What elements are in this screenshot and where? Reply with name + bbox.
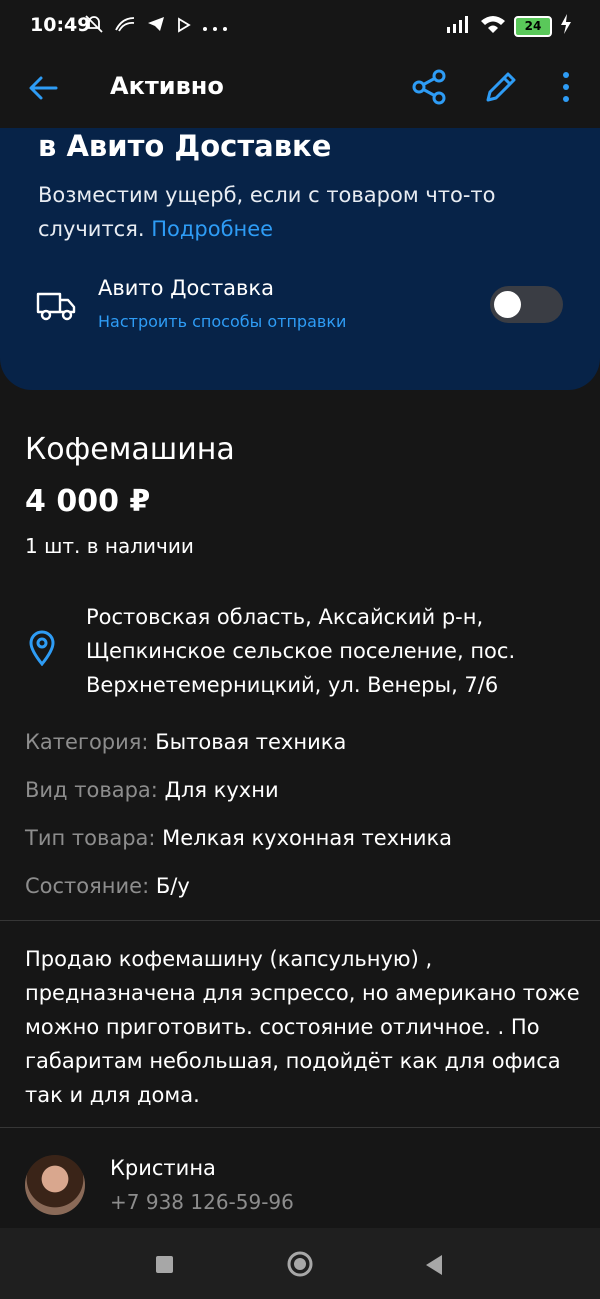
- delivery-toggle[interactable]: [490, 286, 563, 323]
- more-info-link[interactable]: Подробнее: [151, 217, 273, 241]
- home-button[interactable]: [286, 1250, 314, 1278]
- kebab-icon: [563, 72, 569, 102]
- more-options-button[interactable]: [552, 68, 580, 106]
- param-key: Тип товара:: [25, 826, 156, 850]
- play-icon: [176, 16, 192, 38]
- delivery-title: в Авито Доставке: [38, 129, 332, 163]
- param-product-kind: Вид товара: Для кухни: [25, 778, 279, 802]
- system-nav-bar: [0, 1228, 600, 1299]
- toggle-knob: [494, 291, 521, 318]
- signal-icon: [446, 15, 472, 38]
- param-key: Категория:: [25, 730, 149, 754]
- item-description: Продаю кофемашину (капсульную) , предназ…: [25, 947, 580, 1107]
- seller-avatar[interactable]: [25, 1155, 85, 1215]
- mute-icon: [84, 14, 104, 39]
- param-category: Категория: Бытовая техника: [25, 730, 346, 754]
- wave-icon: [114, 14, 136, 39]
- status-time: 10:49: [30, 14, 91, 36]
- edit-button[interactable]: [482, 68, 520, 106]
- location-pin-icon: [28, 630, 56, 667]
- param-key: Вид товара:: [25, 778, 158, 802]
- recents-button[interactable]: [156, 1256, 173, 1273]
- param-condition: Состояние: Б/у: [25, 874, 190, 898]
- status-bar: 10:49 24: [0, 0, 600, 50]
- param-product-type: Тип товара: Мелкая кухонная техника: [25, 826, 452, 850]
- param-key: Состояние:: [25, 874, 150, 898]
- more-dots-icon: [202, 16, 228, 38]
- app-bar: Активно: [0, 50, 600, 128]
- share-button[interactable]: [410, 68, 448, 106]
- pencil-icon: [486, 72, 516, 102]
- param-value: Бытовая техника: [155, 730, 347, 754]
- system-back-button[interactable]: [424, 1254, 444, 1276]
- battery-icon: 24: [514, 16, 552, 37]
- delivery-option-title: Авито Доставка: [98, 276, 274, 300]
- wifi-icon: [480, 14, 506, 39]
- delivery-description: Возместим ущерб, если с товаром что-то с…: [38, 178, 538, 246]
- item-address[interactable]: Ростовская область, Аксайский р-н, Щепки…: [86, 600, 556, 702]
- item-stock: 1 шт. в наличии: [25, 534, 194, 558]
- truck-icon: [36, 290, 76, 322]
- param-value: Б/у: [155, 874, 190, 898]
- item-title: Кофемашина: [25, 432, 235, 467]
- configure-shipping-link[interactable]: Настроить способы отправки: [98, 312, 346, 331]
- back-button[interactable]: [26, 70, 62, 106]
- param-value: Мелкая кухонная техника: [162, 826, 453, 850]
- item-price: 4 000 ₽: [25, 484, 151, 519]
- share-icon: [412, 69, 446, 105]
- param-value: Для кухни: [164, 778, 279, 802]
- divider: [0, 920, 600, 921]
- charging-icon: [560, 14, 572, 39]
- delivery-card: в Авито Доставке Возместим ущерб, если с…: [0, 128, 600, 390]
- seller-phone: +7 938 126-59-96: [110, 1190, 294, 1214]
- divider: [0, 1127, 600, 1128]
- page-title: Активно: [110, 72, 224, 100]
- seller-name[interactable]: Кристина: [110, 1156, 216, 1180]
- telegram-icon: [146, 14, 166, 39]
- arrow-left-icon: [29, 76, 58, 100]
